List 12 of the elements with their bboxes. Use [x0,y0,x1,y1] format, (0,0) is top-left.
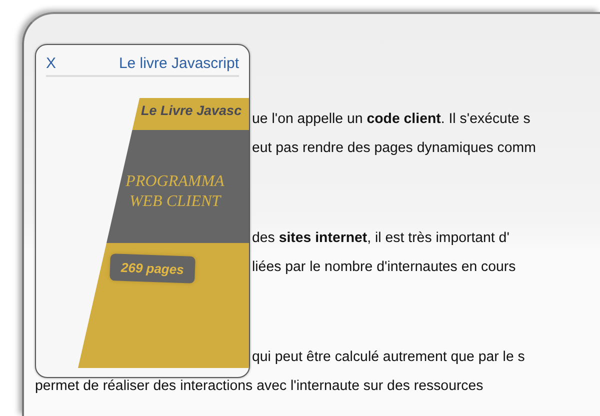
close-button[interactable]: X [46,55,56,72]
book-title-line: PROGRAMMA [124,172,226,192]
panel-title: Le livre Javascript [118,55,239,72]
text-line: permet de réaliser des interactions avec l'internaute sur des ressources [35,377,484,396]
text-line: liées par le nombre d'internautes en cours [252,258,517,277]
page-count-badge: 269 pages [110,254,196,284]
book-title-line: WEB CLIENT [128,192,222,212]
text-line: ue l'on appelle un code client. Il s'exécute s [252,110,532,129]
text-line: eut pas rendre des pages dynamiques comm [252,139,537,158]
text-line: des sites internet, il est très important d' [252,229,510,248]
text-line: qui peut être calculé autrement que par le s [252,348,526,367]
book-brand: Le Livre Javasc [141,103,243,120]
